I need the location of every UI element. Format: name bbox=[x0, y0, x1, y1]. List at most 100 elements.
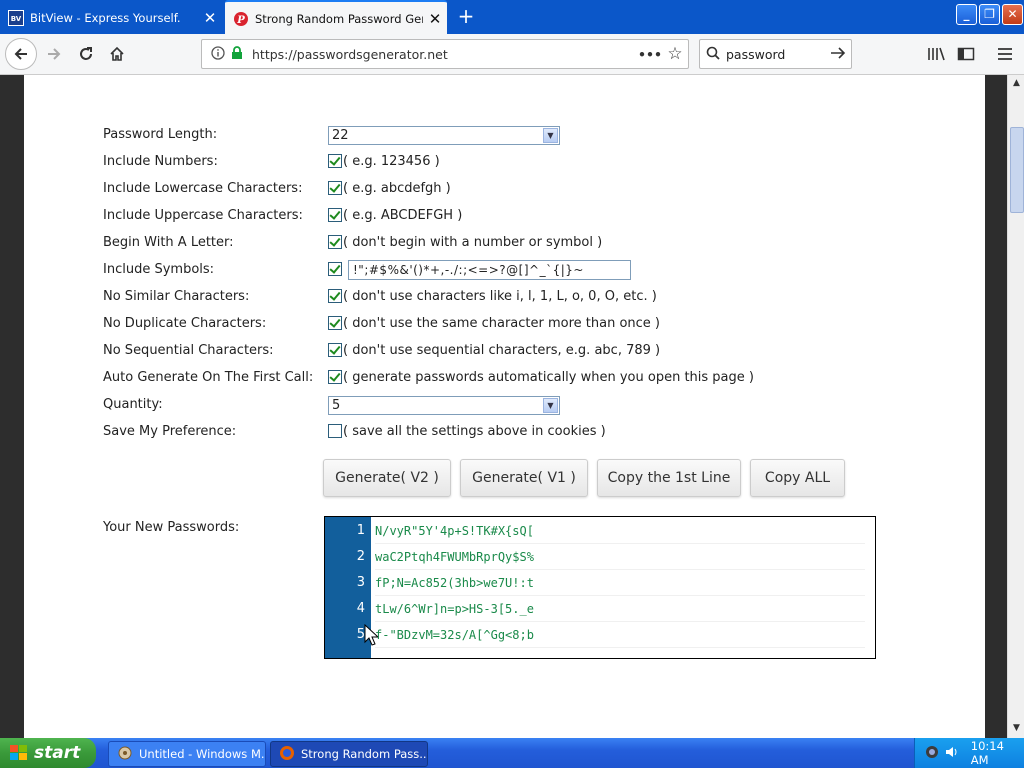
password-generator-form: Password Length: 22 ▼ Include Numbers: (… bbox=[24, 75, 985, 738]
tab-title: BitView - Express Yourself. bbox=[30, 11, 181, 25]
include-uppercase-hint: ( e.g. ABCDEFGH ) bbox=[343, 208, 463, 223]
chevron-down-icon[interactable]: ▼ bbox=[543, 128, 558, 143]
line-number: 4 bbox=[356, 601, 365, 616]
reload-icon[interactable] bbox=[72, 40, 100, 68]
vertical-scrollbar[interactable]: ▲ ▼ bbox=[1007, 75, 1024, 738]
close-tab-icon[interactable]: ✕ bbox=[198, 9, 222, 27]
chevron-down-icon[interactable]: ▼ bbox=[543, 398, 558, 413]
no-similar-hint: ( don't use characters like i, l, 1, L, … bbox=[343, 289, 657, 304]
home-icon[interactable] bbox=[103, 40, 131, 68]
quantity-label: Quantity: bbox=[103, 397, 163, 412]
new-tab-plus-icon[interactable]: + bbox=[454, 4, 478, 28]
restore-window-icon[interactable]: ❐ bbox=[979, 4, 1000, 25]
search-bar[interactable]: password bbox=[699, 39, 852, 69]
url-text: https://passwordsgenerator.net bbox=[252, 46, 448, 62]
bitview-icon: BV bbox=[8, 10, 24, 26]
tray-app-icon[interactable] bbox=[925, 745, 941, 762]
passwords-output[interactable]: 1 2 3 4 5 N/vyR"5Y'4p+S!TK#X{sQ[ waC2Ptq… bbox=[324, 516, 876, 659]
password-line[interactable]: waC2Ptqh4FWUMbRprQy$S% bbox=[375, 545, 865, 570]
password-length-select[interactable]: 22 ▼ bbox=[328, 126, 560, 145]
movie-maker-icon bbox=[117, 745, 133, 764]
no-similar-label: No Similar Characters: bbox=[103, 289, 250, 304]
mouse-cursor-icon bbox=[364, 624, 378, 646]
taskbar-item-label: Untitled - Windows M... bbox=[139, 747, 266, 761]
page-actions-icon[interactable]: ••• bbox=[638, 47, 662, 62]
svg-text:P: P bbox=[236, 15, 245, 26]
include-uppercase-label: Include Uppercase Characters: bbox=[103, 208, 303, 223]
url-bar[interactable]: https://passwordsgenerator.net ••• ☆ bbox=[201, 39, 689, 69]
no-similar-checkbox[interactable] bbox=[328, 289, 342, 303]
begin-with-letter-label: Begin With A Letter: bbox=[103, 235, 234, 250]
forward-arrow-icon[interactable] bbox=[40, 40, 68, 68]
no-sequential-checkbox[interactable] bbox=[328, 343, 342, 357]
close-tab-icon[interactable]: ✕ bbox=[423, 10, 447, 28]
include-symbols-checkbox[interactable] bbox=[328, 262, 342, 276]
begin-with-letter-hint: ( don't begin with a number or symbol ) bbox=[343, 235, 603, 250]
navigation-toolbar: https://passwordsgenerator.net ••• ☆ pas… bbox=[0, 34, 1024, 75]
search-icon bbox=[700, 46, 726, 63]
copy-all-button[interactable]: Copy ALL bbox=[750, 459, 845, 497]
password-line[interactable]: tLw/6^Wr]n=p>HS-3[5._e bbox=[375, 597, 865, 622]
copy-first-line-button[interactable]: Copy the 1st Line bbox=[597, 459, 741, 497]
taskbar-item-windows-movie-maker[interactable]: Untitled - Windows M... bbox=[108, 741, 266, 767]
firefox-icon bbox=[279, 745, 295, 764]
line-number: 2 bbox=[356, 549, 365, 564]
generate-v2-button[interactable]: Generate( V2 ) bbox=[323, 459, 451, 497]
tab-passwordsgenerator[interactable]: P Strong Random Password Genera ✕ bbox=[225, 0, 447, 36]
begin-with-letter-checkbox[interactable] bbox=[328, 235, 342, 249]
password-line[interactable]: f-"BDzvM=32s/A[^Gg<8;b bbox=[375, 623, 865, 648]
minimize-window-icon[interactable]: _ bbox=[956, 4, 977, 25]
symbols-input[interactable]: !";#$%&'()*+,-./:;<=>?@[]^_`{|}~ bbox=[348, 260, 631, 280]
tab-bitview[interactable]: BV BitView - Express Yourself. ✕ bbox=[0, 2, 222, 34]
new-passwords-label: Your New Passwords: bbox=[103, 520, 240, 535]
windows-logo-icon bbox=[10, 745, 27, 760]
taskbar-item-firefox[interactable]: Strong Random Pass... bbox=[270, 741, 428, 767]
include-lowercase-checkbox[interactable] bbox=[328, 181, 342, 195]
password-length-value: 22 bbox=[332, 128, 349, 143]
password-line[interactable]: fP;N=Ac852(3hb>we7U!:t bbox=[375, 571, 865, 596]
scrollbar-thumb[interactable] bbox=[1010, 127, 1024, 213]
auto-generate-hint: ( generate passwords automatically when … bbox=[343, 370, 754, 385]
sidebar-icon[interactable] bbox=[952, 40, 980, 68]
scroll-up-arrow-icon[interactable]: ▲ bbox=[1010, 77, 1023, 90]
quantity-value: 5 bbox=[332, 398, 341, 413]
include-lowercase-label: Include Lowercase Characters: bbox=[103, 181, 303, 196]
volume-speaker-icon[interactable] bbox=[945, 745, 961, 762]
menu-hamburger-icon[interactable] bbox=[991, 40, 1019, 68]
save-preference-checkbox[interactable] bbox=[328, 424, 342, 438]
start-button[interactable]: start bbox=[0, 738, 96, 768]
generate-v1-button[interactable]: Generate( V1 ) bbox=[460, 459, 588, 497]
close-window-icon[interactable]: ✕ bbox=[1002, 4, 1023, 25]
include-numbers-checkbox[interactable] bbox=[328, 154, 342, 168]
clock: 10:14 AM bbox=[970, 739, 1004, 767]
auto-generate-label: Auto Generate On The First Call: bbox=[103, 370, 314, 385]
include-lowercase-hint: ( e.g. abcdefgh ) bbox=[343, 181, 451, 196]
taskbar-item-label: Strong Random Pass... bbox=[301, 747, 428, 761]
save-preference-hint: ( save all the settings above in cookies… bbox=[343, 424, 606, 439]
page-left-background bbox=[0, 75, 24, 738]
system-tray: 10:14 AM bbox=[914, 738, 1024, 768]
scroll-down-arrow-icon[interactable]: ▼ bbox=[1010, 722, 1023, 735]
passwordsgenerator-icon: P bbox=[233, 11, 249, 27]
search-input[interactable]: password bbox=[726, 47, 825, 62]
no-duplicate-hint: ( don't use the same character more than… bbox=[343, 316, 661, 331]
line-number: 3 bbox=[356, 575, 365, 590]
info-icon[interactable] bbox=[208, 45, 228, 63]
library-icon[interactable] bbox=[922, 40, 950, 68]
quantity-select[interactable]: 5 ▼ bbox=[328, 396, 560, 415]
password-line[interactable]: N/vyR"5Y'4p+S!TK#X{sQ[ bbox=[375, 519, 865, 544]
auto-generate-checkbox[interactable] bbox=[328, 370, 342, 384]
line-number: 5 bbox=[356, 627, 365, 642]
no-sequential-hint: ( don't use sequential characters, e.g. … bbox=[343, 343, 661, 358]
no-duplicate-checkbox[interactable] bbox=[328, 316, 342, 330]
include-uppercase-checkbox[interactable] bbox=[328, 208, 342, 222]
no-duplicate-label: No Duplicate Characters: bbox=[103, 316, 267, 331]
include-symbols-label: Include Symbols: bbox=[103, 262, 215, 277]
search-go-arrow-icon[interactable] bbox=[825, 46, 851, 63]
save-preference-label: Save My Preference: bbox=[103, 424, 237, 439]
padlock-icon bbox=[228, 45, 246, 63]
tab-title: Strong Random Password Genera bbox=[255, 12, 423, 26]
back-arrow-icon[interactable] bbox=[5, 38, 37, 70]
bookmark-star-icon[interactable]: ☆ bbox=[662, 44, 688, 64]
browser-tab-strip: BV BitView - Express Yourself. ✕ P Stron… bbox=[0, 0, 1024, 36]
